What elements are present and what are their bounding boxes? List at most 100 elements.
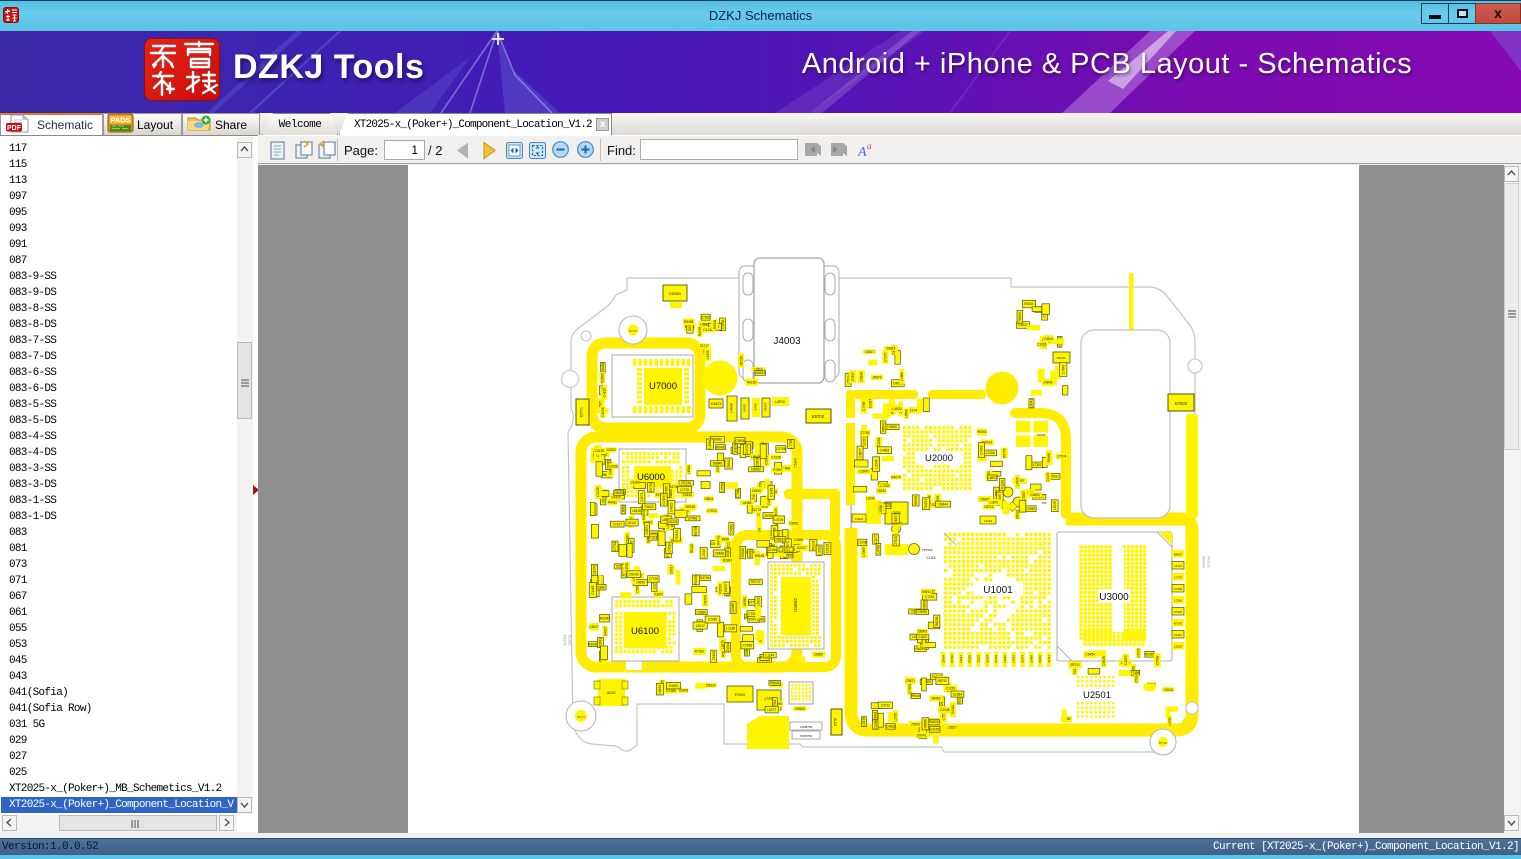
svg-text:R4022: R4022 xyxy=(644,505,654,509)
svg-text:Z4144: Z4144 xyxy=(683,493,692,497)
svg-text:R5444: R5444 xyxy=(911,694,921,698)
svg-text:C4259: C4259 xyxy=(930,728,940,732)
svg-text:S95701: S95701 xyxy=(568,634,572,645)
svg-text:C5254: C5254 xyxy=(876,489,886,493)
svg-text:C4470: C4470 xyxy=(611,496,621,500)
svg-text:L1511: L1511 xyxy=(817,546,821,555)
svg-text:D7165: D7165 xyxy=(666,689,676,693)
svg-text:C9508: C9508 xyxy=(735,439,745,443)
svg-text:C8564: C8564 xyxy=(941,654,945,663)
svg-text:C3712: C3712 xyxy=(881,703,891,707)
svg-text:C7456: C7456 xyxy=(743,643,753,647)
svg-text:D2417: D2417 xyxy=(797,546,807,550)
svg-text:R4637: R4637 xyxy=(1174,553,1183,557)
svg-text:Z7326: Z7326 xyxy=(1174,610,1182,614)
svg-text:C1113: C1113 xyxy=(984,519,993,523)
svg-text:R5533: R5533 xyxy=(775,538,785,542)
svg-text:C9027: C9027 xyxy=(869,399,873,409)
svg-text:R5239: R5239 xyxy=(686,505,696,509)
svg-text:L2680: L2680 xyxy=(1003,655,1007,663)
svg-text:C4201: C4201 xyxy=(730,524,734,534)
svg-text:C2388: C2388 xyxy=(874,719,878,729)
svg-text:R7135: R7135 xyxy=(681,481,691,485)
svg-text:R1530: R1530 xyxy=(739,356,743,366)
svg-text:C6194: C6194 xyxy=(794,458,798,468)
svg-text:C9951: C9951 xyxy=(789,522,799,526)
svg-text:Z4972: Z4972 xyxy=(745,445,749,454)
svg-text:L8167: L8167 xyxy=(1047,655,1051,663)
svg-text:R5466: R5466 xyxy=(1047,453,1051,463)
svg-text:D4706: D4706 xyxy=(700,576,710,580)
svg-text:R3141: R3141 xyxy=(588,642,598,646)
svg-text:L6084: L6084 xyxy=(879,504,883,513)
svg-text:R6364: R6364 xyxy=(977,430,987,434)
svg-text:R2843: R2843 xyxy=(723,559,733,563)
svg-text:D2374: D2374 xyxy=(1021,654,1025,663)
svg-text:C7227: C7227 xyxy=(613,522,623,526)
svg-text:M5766: M5766 xyxy=(1159,741,1167,745)
svg-text:R2600: R2600 xyxy=(1024,302,1034,306)
svg-text:C2284: C2284 xyxy=(953,692,963,696)
svg-text:R4070: R4070 xyxy=(891,475,901,479)
svg-text:X2000: X2000 xyxy=(1037,433,1046,437)
svg-text:R4308: R4308 xyxy=(694,575,698,585)
svg-text:C4452: C4452 xyxy=(669,684,679,688)
svg-text:L4828: L4828 xyxy=(1016,477,1020,486)
svg-text:J4003: J4003 xyxy=(773,336,801,347)
svg-text:L3758: L3758 xyxy=(720,483,724,492)
svg-text:D5264: D5264 xyxy=(756,371,766,375)
svg-text:C1159: C1159 xyxy=(946,686,955,690)
svg-text:L3525: L3525 xyxy=(1053,501,1057,510)
svg-text:D9041: D9041 xyxy=(917,734,927,738)
svg-text:L5945: L5945 xyxy=(702,548,706,557)
svg-text:C7286: C7286 xyxy=(736,488,740,498)
svg-text:R9941: R9941 xyxy=(812,540,816,550)
svg-text:C7631: C7631 xyxy=(908,684,912,694)
svg-text:L5469: L5469 xyxy=(1029,655,1033,663)
svg-text:L7301: L7301 xyxy=(1033,463,1042,467)
svg-text:R8204: R8204 xyxy=(713,319,717,329)
svg-text:R8836: R8836 xyxy=(924,719,928,729)
svg-text:L5516: L5516 xyxy=(632,509,641,513)
svg-text:Z6820: Z6820 xyxy=(814,653,823,657)
svg-text:C6488: C6488 xyxy=(715,552,725,556)
svg-text:C9410: C9410 xyxy=(1038,654,1042,663)
svg-text:Z3267: Z3267 xyxy=(977,655,981,663)
svg-text:Z7793: Z7793 xyxy=(860,431,869,435)
svg-text:C4519: C4519 xyxy=(667,543,671,553)
svg-text:C9123: C9123 xyxy=(826,544,830,554)
svg-text:C3048: C3048 xyxy=(940,708,950,712)
svg-text:C1981: C1981 xyxy=(770,487,774,497)
svg-text:R6042: R6042 xyxy=(881,422,885,432)
svg-text:L8300: L8300 xyxy=(743,597,747,606)
svg-text:C2871: C2871 xyxy=(645,525,649,535)
svg-text:Z5366: Z5366 xyxy=(596,585,605,589)
svg-text:C7459: C7459 xyxy=(980,445,984,455)
svg-text:D8849: D8849 xyxy=(713,462,723,466)
svg-text:R3290: R3290 xyxy=(600,617,610,621)
svg-text:L7346: L7346 xyxy=(858,541,867,545)
svg-text:L6364: L6364 xyxy=(687,465,691,474)
svg-text:L7126: L7126 xyxy=(1174,599,1182,603)
svg-text:D9108: D9108 xyxy=(733,444,737,454)
svg-text:TP5702: TP5702 xyxy=(922,548,933,552)
svg-text:L8727: L8727 xyxy=(767,708,776,712)
svg-text:R6758: R6758 xyxy=(1002,448,1006,458)
svg-text:C8851: C8851 xyxy=(614,491,624,495)
svg-text:Z9814: Z9814 xyxy=(886,347,895,351)
svg-text:U2000: U2000 xyxy=(925,453,953,464)
svg-text:L5329: L5329 xyxy=(756,597,760,606)
svg-text:R6929: R6929 xyxy=(914,495,918,505)
svg-text:D4433: D4433 xyxy=(924,499,928,509)
svg-text:U3000: U3000 xyxy=(1099,592,1129,603)
svg-text:C7974: C7974 xyxy=(1057,455,1067,459)
svg-text:D3906: D3906 xyxy=(887,425,897,429)
svg-text:L2531: L2531 xyxy=(894,712,898,721)
svg-text:Z7705: Z7705 xyxy=(649,577,658,581)
svg-text:C7081: C7081 xyxy=(994,654,998,663)
svg-text:R9553: R9553 xyxy=(795,707,805,711)
svg-text:C4833: C4833 xyxy=(886,725,896,729)
svg-text:R7510: R7510 xyxy=(695,650,705,654)
svg-text:L5512: L5512 xyxy=(696,624,705,628)
svg-text:D8428: D8428 xyxy=(601,363,605,373)
